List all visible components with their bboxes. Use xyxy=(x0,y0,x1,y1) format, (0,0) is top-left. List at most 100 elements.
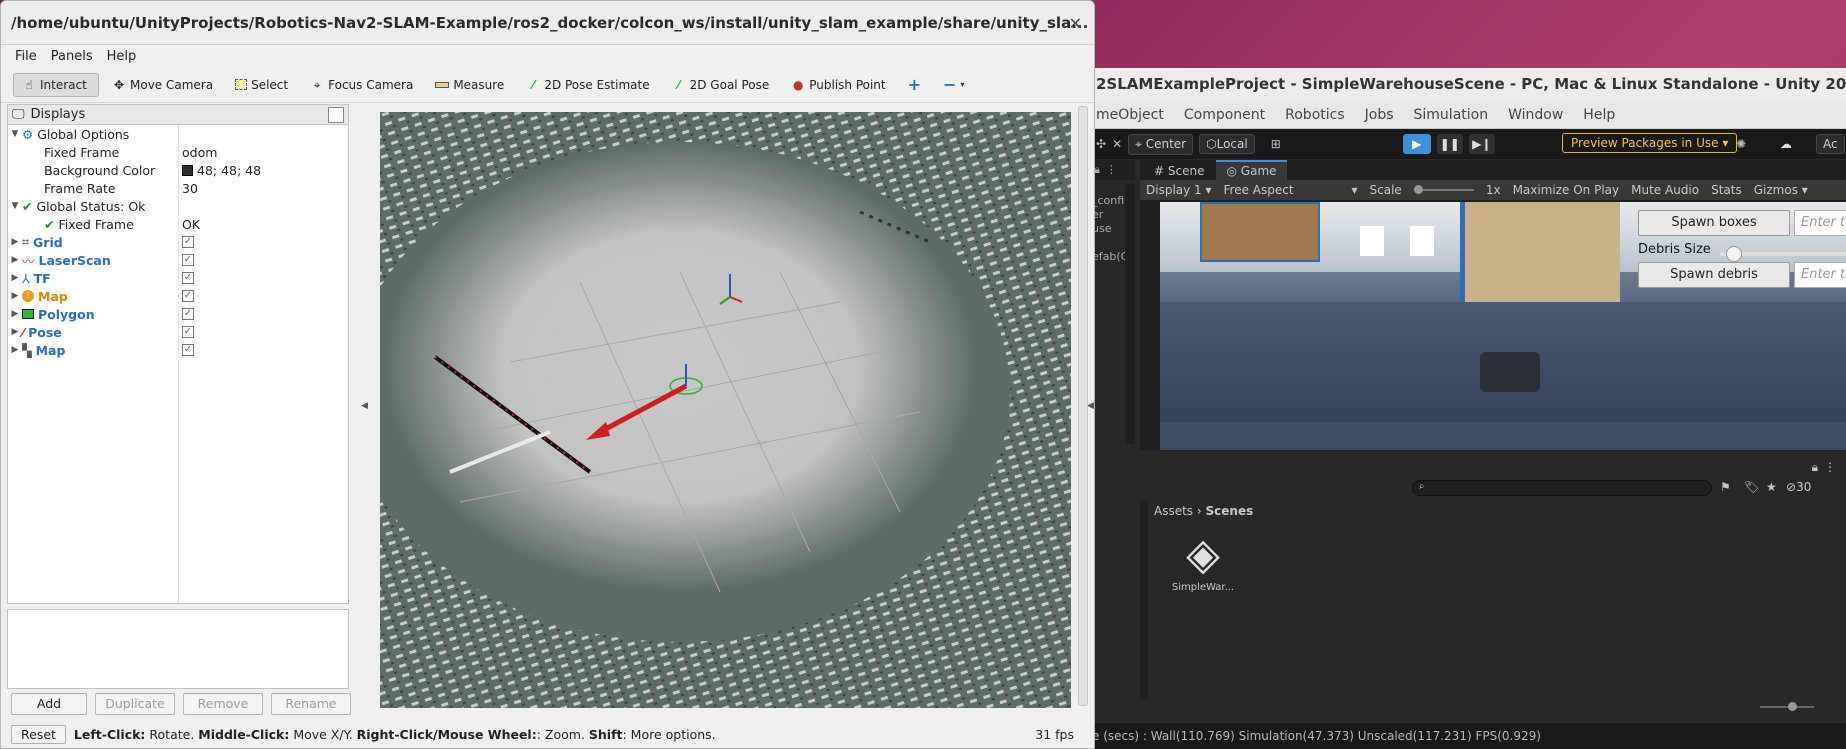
remove-tool-button[interactable]: − ▾ xyxy=(934,70,973,99)
tool-publish-point[interactable]: ● Publish Point xyxy=(782,73,894,97)
project-lock-icon[interactable]: 🔒︎ xyxy=(1812,460,1818,475)
cloud-icon[interactable]: ☁ xyxy=(1780,137,1792,151)
debris-size-slider[interactable] xyxy=(1720,246,1846,262)
menu-window[interactable]: Window xyxy=(1508,107,1563,123)
menu-file[interactable]: File xyxy=(9,49,43,64)
frame-rate-value[interactable]: 30 xyxy=(182,181,198,196)
preview-packages-dropdown[interactable]: Preview Packages in Use ▾ xyxy=(1562,133,1738,153)
tree-frame-rate[interactable]: Frame Rate 30 xyxy=(8,179,348,197)
undock-checkbox[interactable] xyxy=(328,107,344,123)
tool-move-camera[interactable]: ✥ Move Camera xyxy=(103,73,222,97)
spawn-debris-button[interactable]: Spawn debris xyxy=(1638,262,1790,288)
scene-asset[interactable]: ◈ SimpleWar... xyxy=(1168,528,1238,593)
collapse-arrow-icon[interactable]: ▼ xyxy=(8,201,22,211)
expand-arrow-icon[interactable]: ▶ xyxy=(8,237,22,247)
project-menu-icon[interactable]: ⋮ xyxy=(1824,460,1836,474)
gizmos-dropdown[interactable]: Gizmos ▾ xyxy=(1754,183,1808,197)
spawn-debris-input[interactable]: Enter text... xyxy=(1794,262,1846,288)
tree-global-status[interactable]: ▼ ✔ Global Status: Ok xyxy=(8,197,348,215)
pause-button[interactable]: ❚❚ xyxy=(1436,134,1463,154)
right-splitter-arrow-icon[interactable]: ◀ xyxy=(1087,401,1094,411)
duplicate-button[interactable]: Duplicate xyxy=(95,693,175,715)
scale-slider[interactable] xyxy=(1413,185,1474,194)
tool-interact[interactable]: ☝ Interact xyxy=(13,72,99,97)
tool-2d-pose-estimate[interactable]: ⁄ 2D Pose Estimate xyxy=(517,73,658,97)
display-map[interactable]: ▶ ▚ Map ✓ xyxy=(8,341,348,359)
tool-focus-camera[interactable]: ⌖ Focus Camera xyxy=(301,73,422,97)
reset-button[interactable]: Reset xyxy=(11,725,66,744)
expand-arrow-icon[interactable]: ▶ xyxy=(8,273,22,283)
display-grid-checkbox[interactable]: ✓ xyxy=(182,236,194,248)
expand-arrow-icon[interactable]: ▶ xyxy=(8,291,22,301)
spawn-boxes-button[interactable]: Spawn boxes xyxy=(1638,210,1790,236)
pivot-local-button[interactable]: ⬡Local xyxy=(1199,134,1255,154)
project-search-input[interactable]: ⌕ xyxy=(1412,480,1712,496)
display-polygon-checkbox[interactable]: ✓ xyxy=(182,308,194,320)
display-grid[interactable]: ▶ ⌗ Grid ✓ xyxy=(8,233,348,251)
menu-simulation[interactable]: Simulation xyxy=(1414,107,1489,123)
menu-gameobject[interactable]: meObject xyxy=(1096,107,1164,123)
tree-fixed-frame[interactable]: Fixed Frame odom xyxy=(8,143,348,161)
tab-scene[interactable]: # Scene xyxy=(1144,162,1214,180)
menu-help[interactable]: Help xyxy=(1583,107,1615,123)
debris-size-slider-handle[interactable] xyxy=(1726,246,1742,262)
expand-arrow-icon[interactable]: ▶ xyxy=(8,327,22,337)
remove-button[interactable]: Remove xyxy=(183,693,263,715)
background-color-value[interactable]: 48; 48; 48 xyxy=(182,163,261,178)
grid-snap-icon[interactable]: ⊞ xyxy=(1271,137,1281,151)
maximize-on-play-toggle[interactable]: Maximize On Play xyxy=(1513,183,1620,197)
tree-global-options[interactable]: ▼ ⚙ Global Options xyxy=(8,125,348,143)
display-map-checkbox[interactable]: ✓ xyxy=(182,290,194,302)
tool-measure[interactable]: Measure xyxy=(426,73,513,97)
menu-robotics[interactable]: Robotics xyxy=(1285,107,1345,123)
menu-dots-icon[interactable]: ⋮ xyxy=(1106,163,1117,177)
display-map-2-checkbox[interactable]: ✓ xyxy=(182,344,194,356)
menu-help[interactable]: Help xyxy=(101,49,143,64)
pivot-center-button[interactable]: ⌖ Center xyxy=(1128,133,1194,155)
transform-tool-icon[interactable]: ✣ xyxy=(1096,137,1106,151)
tree-background-color[interactable]: Background Color 48; 48; 48 xyxy=(8,161,348,179)
display-pose-checkbox[interactable]: ✓ xyxy=(182,326,194,338)
expand-arrow-icon[interactable]: ▶ xyxy=(8,309,22,319)
step-button[interactable]: ▶❙ xyxy=(1468,134,1495,154)
scale-slider-handle[interactable] xyxy=(1413,185,1423,194)
menu-panels[interactable]: Panels xyxy=(45,49,99,64)
display-dropdown[interactable]: Display 1 ▾ xyxy=(1146,183,1212,197)
favorite-icon[interactable]: ★ xyxy=(1766,480,1777,494)
expand-arrow-icon[interactable]: ▶ xyxy=(8,255,22,265)
filter-label-icon[interactable]: 🏷︎ xyxy=(1744,480,1759,494)
hidden-count[interactable]: ⊘30 xyxy=(1786,480,1811,494)
viewport-scrollbar[interactable] xyxy=(1078,106,1088,706)
collab-icon[interactable]: ✺ xyxy=(1736,137,1746,151)
filter-type-icon[interactable]: ⚑ xyxy=(1720,480,1731,494)
stats-toggle[interactable]: Stats xyxy=(1711,183,1742,197)
tool-select[interactable]: Select xyxy=(226,73,297,97)
tools-icon[interactable]: ✕ xyxy=(1112,137,1122,151)
game-viewport[interactable]: Spawn boxes Enter text... Debris Size 0.… xyxy=(1160,202,1846,450)
fixed-frame-value[interactable]: odom xyxy=(182,145,217,160)
add-button[interactable]: Add xyxy=(11,693,87,715)
zoom-slider[interactable] xyxy=(1760,702,1814,711)
close-icon[interactable]: ✕ xyxy=(1069,14,1082,33)
tool-2d-goal-pose[interactable]: ⁄ 2D Goal Pose xyxy=(663,73,779,97)
breadcrumb-scenes[interactable]: Scenes xyxy=(1206,504,1254,518)
display-laserscan-checkbox[interactable]: ✓ xyxy=(182,254,194,266)
display-pose[interactable]: ▶ ⁄ Pose ✓ xyxy=(8,323,348,341)
rviz-3d-viewport[interactable] xyxy=(380,112,1071,708)
display-map-warning[interactable]: ▶ ! Map ✓ xyxy=(8,287,348,305)
breadcrumb-assets[interactable]: Assets xyxy=(1154,504,1193,518)
left-splitter-arrow-icon[interactable]: ◀ xyxy=(361,401,368,411)
display-tf-checkbox[interactable]: ✓ xyxy=(182,272,194,284)
menu-component[interactable]: Component xyxy=(1184,107,1265,123)
display-polygon[interactable]: ▶ Polygon ✓ xyxy=(8,305,348,323)
add-tool-button[interactable]: + xyxy=(899,70,930,99)
spawn-boxes-input[interactable]: Enter text... xyxy=(1794,210,1846,236)
mute-audio-toggle[interactable]: Mute Audio xyxy=(1631,183,1699,197)
rename-button[interactable]: Rename xyxy=(271,693,351,715)
zoom-slider-handle[interactable] xyxy=(1788,702,1797,711)
tree-status-fixed-frame[interactable]: ✔ Fixed Frame OK xyxy=(8,215,348,233)
aspect-dropdown[interactable]: Free Aspect ▾ xyxy=(1224,183,1358,197)
hierarchy-scrollbar[interactable] xyxy=(1125,184,1135,444)
expand-arrow-icon[interactable]: ▶ xyxy=(8,345,22,355)
project-left-scrollbar[interactable] xyxy=(1140,500,1148,700)
